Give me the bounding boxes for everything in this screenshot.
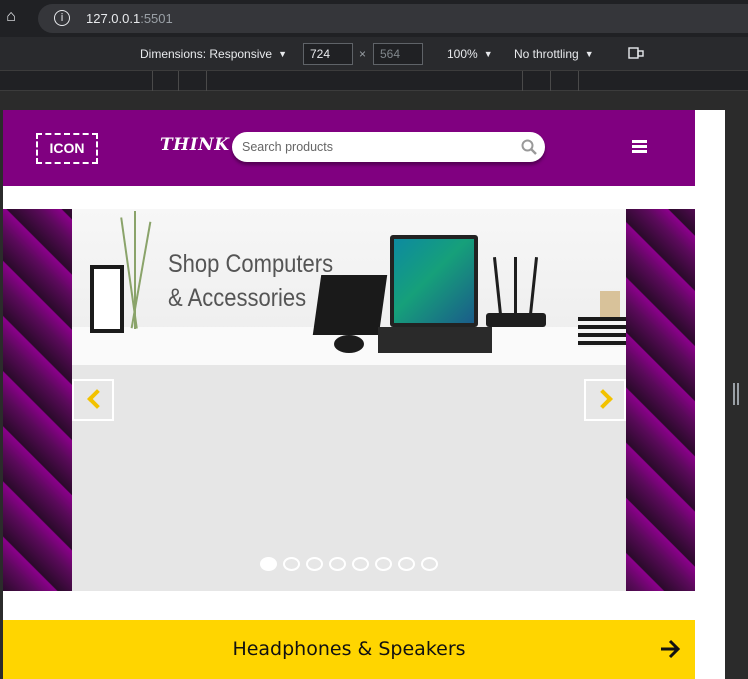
zoom-dropdown[interactable]: 100% ▼: [447, 47, 493, 61]
laptop-display: [394, 239, 474, 323]
carousel-indicators: [260, 557, 438, 573]
throttling-label: No throttling: [514, 47, 579, 61]
banner-title-line1: Shop Computers: [168, 250, 334, 278]
zoom-label: 100%: [447, 47, 478, 61]
banner-title-line2: & Accessories: [168, 284, 307, 312]
ruler-tick: [178, 71, 179, 91]
router-antenna: [514, 257, 517, 315]
carousel-dot[interactable]: [306, 557, 323, 571]
browser-top-bar: ⌂ i 127.0.0.1:5501: [0, 0, 748, 37]
carousel-dot[interactable]: [421, 557, 438, 571]
carousel-dot[interactable]: [398, 557, 415, 571]
dimensions-label: Dimensions: Responsive: [140, 47, 273, 61]
ruler-tick: [206, 71, 207, 91]
search-input[interactable]: [242, 137, 512, 157]
caret-down-icon: ▼: [483, 49, 493, 59]
hero-carousel: Shop Computers & Accessories: [3, 209, 695, 591]
caret-down-icon: ▼: [584, 49, 594, 59]
ruler-tick: [522, 71, 523, 91]
search-bar: [232, 132, 545, 162]
home-icon[interactable]: ⌂: [0, 6, 22, 28]
ruler-tick: [578, 71, 579, 91]
books-decor: [578, 317, 626, 347]
address-bar[interactable]: i 127.0.0.1:5501: [38, 4, 748, 33]
chevron-left-icon: [87, 389, 107, 409]
carousel-dot[interactable]: [375, 557, 392, 571]
laptop-image: [390, 235, 478, 327]
carousel-slide: Shop Computers & Accessories: [72, 209, 626, 591]
carousel-dot[interactable]: [283, 557, 300, 571]
carousel-dot[interactable]: [260, 557, 277, 571]
throttling-dropdown[interactable]: No throttling ▼: [514, 47, 594, 61]
ruler-tick: [152, 71, 153, 91]
banner-title: Shop Computers & Accessories: [168, 247, 333, 315]
height-input[interactable]: [373, 43, 423, 65]
width-input[interactable]: [303, 43, 353, 65]
info-icon[interactable]: i: [54, 10, 70, 26]
url-port: :5501: [140, 11, 173, 26]
picture-frame-decor: [90, 265, 124, 333]
resize-handle[interactable]: [733, 383, 739, 405]
carousel-prev-button[interactable]: [72, 379, 114, 421]
laptop-base: [378, 327, 492, 353]
carousel-next-button[interactable]: [584, 379, 626, 421]
banner-image: Shop Computers & Accessories: [72, 209, 626, 365]
ruler-tick: [550, 71, 551, 91]
search-icon[interactable]: [521, 139, 537, 155]
keyboard-image: [312, 275, 388, 335]
dimension-separator: ×: [359, 47, 367, 61]
pen-cup-decor: [600, 291, 620, 317]
router-image: [486, 313, 546, 327]
carousel-dot[interactable]: [352, 557, 369, 571]
logo[interactable]: ICON: [36, 133, 98, 164]
site-header: ICON THINK: [3, 110, 695, 186]
router-antenna: [528, 257, 539, 315]
category-link-headphones[interactable]: Headphones & Speakers: [3, 620, 695, 679]
url-host: 127.0.0.1: [86, 11, 141, 26]
dimensions-dropdown[interactable]: Dimensions: Responsive ▼: [140, 47, 287, 61]
carousel-dot[interactable]: [329, 557, 346, 571]
category-label: Headphones & Speakers: [232, 638, 466, 660]
device-toolbar: Dimensions: Responsive ▼ × 100% ▼ No throt…: [0, 37, 748, 71]
hamburger-menu-icon[interactable]: [632, 140, 647, 153]
brand-name[interactable]: THINK: [160, 135, 229, 155]
url-text: 127.0.0.1:5501: [86, 11, 173, 26]
rotate-icon[interactable]: [628, 45, 644, 61]
arrow-right-icon: [661, 639, 681, 659]
media-query-bar: [0, 71, 748, 91]
mouse-image: [334, 335, 364, 353]
chevron-right-icon: [593, 389, 613, 409]
caret-down-icon: ▼: [278, 49, 287, 59]
router-antenna: [492, 257, 503, 315]
page: ICON THINK Shop Computers & Accessories: [3, 110, 725, 679]
